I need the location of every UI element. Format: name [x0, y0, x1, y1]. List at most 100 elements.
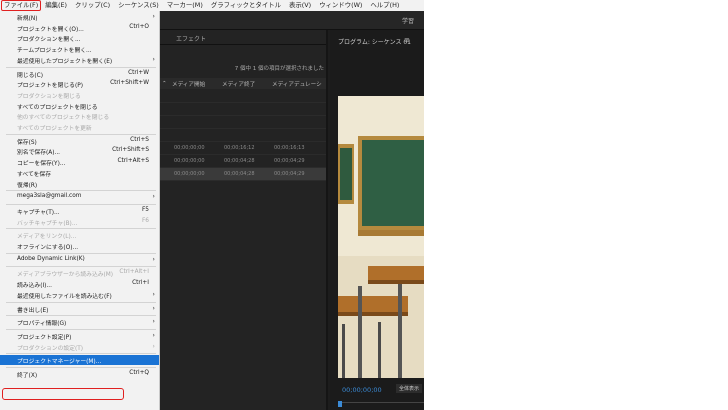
menu-marker[interactable]: マーカー(M)	[163, 0, 207, 11]
file-menu-item[interactable]: 閉じる(C) Ctrl+W	[0, 69, 159, 79]
menu-graphics[interactable]: グラフィックとタイトル	[207, 0, 285, 11]
file-menu-item[interactable]: 復帰(R)	[0, 179, 159, 189]
file-menu-item[interactable]: Adobe Dynamic Link(K) ›	[0, 255, 159, 265]
menu-clip[interactable]: クリップ(C)	[71, 0, 114, 11]
file-menu-item[interactable]: 最近使用したプロジェクトを開く(E) ›	[0, 55, 159, 65]
file-menu-item[interactable]: 新規(N) ›	[0, 12, 159, 22]
file-menu-item: メディアブラウザーから読み込み(M) Ctrl+Alt+I	[0, 268, 159, 278]
submenu-arrow-icon: ›	[152, 54, 155, 63]
table-row[interactable]	[158, 129, 326, 142]
menu-item-label: 新規(N)	[17, 16, 38, 22]
menu-item-label: mega3sla@gmail.com	[17, 193, 82, 200]
menu-item-label: 閉じる(C)	[17, 72, 43, 79]
playhead-handle[interactable]	[338, 401, 342, 407]
file-menu-item[interactable]: チームプロジェクトを開く...	[0, 44, 159, 54]
file-menu-item: 他のすべてのプロジェクトを閉じる	[0, 111, 159, 121]
file-menu-item[interactable]: すべてを保存	[0, 168, 159, 178]
file-menu-item[interactable]: プロジェクト設定(P) ›	[0, 331, 159, 341]
table-row[interactable]	[158, 103, 326, 116]
sort-chevron-icon[interactable]: ⌃	[162, 81, 167, 87]
file-menu-item: メディアをリンク(L)...	[0, 230, 159, 240]
file-menu-item[interactable]: プロパティ情報(G) ›	[0, 317, 159, 327]
menu-edit[interactable]: 編集(E)	[41, 0, 71, 11]
menu-item-shortcut: Ctrl+Shift+S	[112, 147, 149, 154]
file-menu-item[interactable]: 保存(S) Ctrl+S	[0, 136, 159, 146]
table-row[interactable]: 00;00;00;00 00;00;04;28 00;00;04;29	[158, 155, 326, 168]
file-menu-item[interactable]: 最近使用したファイルを読み込む(F) ›	[0, 290, 159, 300]
tab-effects[interactable]: エフェクト	[176, 34, 206, 43]
submenu-arrow-icon: ›	[152, 289, 155, 298]
submenu-arrow-icon: ›	[152, 303, 155, 312]
menu-separator	[6, 315, 156, 317]
menu-item-label: プロダクションの設定(T)	[17, 345, 84, 352]
file-menu-item[interactable]: プロジェクトを閉じる(P) Ctrl+Shift+W	[0, 79, 159, 89]
menu-item-shortcut: Ctrl+Alt+S	[117, 158, 149, 165]
submenu-arrow-icon: ›	[152, 341, 155, 350]
file-menu-item: バッチキャプチャ(B)... F6	[0, 217, 159, 227]
program-title: プログラム: シーケンス 01	[338, 39, 411, 46]
menu-separator	[6, 266, 156, 268]
cell-duration: 00;00;04;29	[274, 158, 305, 164]
timecode-display[interactable]: 00;00;00;00	[342, 386, 382, 394]
menu-item-label: すべてのプロジェクトを更新	[17, 126, 92, 132]
timeline-ruler[interactable]	[338, 402, 424, 410]
menu-item-label: プロジェクトを閉じる(P)	[17, 83, 83, 90]
menu-item-label: すべてを保存	[17, 171, 52, 178]
column-media-start[interactable]: メディア開始	[172, 80, 205, 88]
file-menu-dropdown: 新規(N) › プロジェクトを開く(O)... Ctrl+O プロダクションを開く...…	[0, 11, 160, 410]
file-menu-item[interactable]: 終了(X) Ctrl+Q	[0, 369, 159, 379]
file-menu-item[interactable]: プロジェクトマネージャー(M)...	[0, 355, 159, 366]
menu-sequence[interactable]: シーケンス(S)	[114, 0, 163, 11]
menu-item-label: プロジェクトマネージャー(M)...	[17, 359, 102, 366]
file-menu-item[interactable]: オフラインにする(O)...	[0, 241, 159, 251]
menu-separator	[6, 228, 156, 230]
menu-separator	[6, 328, 156, 330]
menu-item-label: メディアブラウザーから読み込み(M)	[17, 272, 114, 279]
file-menu-item[interactable]: コピーを保存(Y)... Ctrl+Alt+S	[0, 157, 159, 167]
file-menu-item[interactable]: プロダクションを開く...	[0, 33, 159, 43]
menu-item-label: オフラインにする(O)...	[17, 245, 79, 251]
file-menu-item[interactable]: プロジェクトを開く(O)... Ctrl+O	[0, 23, 159, 33]
file-menu-item[interactable]: mega3sla@gmail.com ›	[0, 192, 159, 202]
workspace-learning-tab[interactable]: 学習	[402, 16, 414, 25]
file-menu-item[interactable]: すべてのプロジェクトを閉じる	[0, 101, 159, 111]
table-row[interactable]	[158, 90, 326, 103]
cell-duration: 00;00;16;13	[274, 145, 305, 151]
menu-item-label: Adobe Dynamic Link(K)	[17, 255, 85, 262]
panel-menu-icon[interactable]: ≡	[404, 36, 410, 44]
column-media-end[interactable]: メディア終了	[222, 80, 255, 88]
submenu-arrow-icon: ›	[152, 330, 155, 339]
menu-item-shortcut: Ctrl+S	[130, 136, 149, 143]
table-row[interactable]: 00;00;00;00 00;00;16;12 00;00;16;13	[158, 142, 326, 155]
table-row-selected[interactable]: 00;00;00;00 00;00;04;28 00;00;04;29	[158, 168, 326, 181]
file-menu-item[interactable]: 別名で保存(A)... Ctrl+Shift+S	[0, 146, 159, 156]
menu-separator	[6, 252, 156, 254]
program-monitor: プログラム: シーケンス 01 ≡ 00;00;00;00 全体表示	[330, 30, 424, 410]
panel-tabs: エフェクト	[158, 30, 326, 45]
fit-dropdown[interactable]: 全体表示	[396, 384, 423, 393]
menu-item-label: チームプロジェクトを開く...	[17, 48, 92, 55]
menu-file[interactable]: ファイル(F)	[1, 0, 42, 11]
column-media-duration[interactable]: メディアデュレーシ	[272, 80, 322, 88]
table-row[interactable]	[158, 116, 326, 129]
menu-item-label: 終了(X)	[17, 373, 38, 379]
menu-item-label: すべてのプロジェクトを閉じる	[17, 104, 98, 111]
file-menu-item[interactable]: キャプチャ(T)... F5	[0, 206, 159, 216]
menu-separator	[6, 66, 156, 68]
menu-window[interactable]: ウィンドウ(W)	[315, 0, 366, 11]
menu-item-label: 読み込み(I)...	[17, 283, 52, 290]
menu-help[interactable]: ヘルプ(H)	[366, 0, 403, 11]
project-rows: 00;00;00;00 00;00;16;12 00;00;16;13 00;0…	[158, 90, 326, 181]
menu-item-label: 復帰(R)	[17, 182, 38, 189]
annotation-highlight-box	[2, 388, 124, 400]
premiere-app: ファイル(F) 編集(E) クリップ(C) シーケンス(S) マーカー(M) グ…	[0, 0, 424, 410]
cell-start: 00;00;00;00	[174, 171, 205, 177]
menu-view[interactable]: 表示(V)	[285, 0, 315, 11]
selection-info: 7 個中 1 個の項目が選択されました	[234, 66, 324, 72]
classroom-image	[338, 96, 424, 378]
column-headers: ⌃ メディア開始 メディア終了 メディアデュレーシ	[158, 78, 326, 89]
menu-item-shortcut: Ctrl+I	[132, 280, 149, 287]
file-menu-item[interactable]: 書き出し(E) ›	[0, 304, 159, 314]
file-menu-item[interactable]: 読み込み(I)... Ctrl+I	[0, 279, 159, 289]
menu-item-label: コピーを保存(Y)...	[17, 161, 66, 168]
